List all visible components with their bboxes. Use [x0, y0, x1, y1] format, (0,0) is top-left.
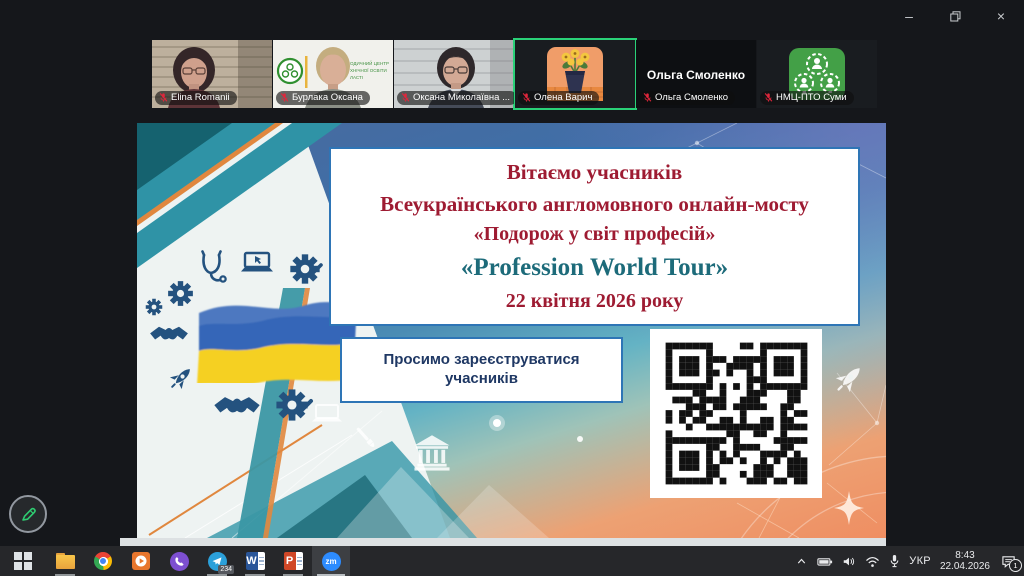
mic-off-icon — [643, 92, 652, 103]
media-player-button[interactable] — [122, 546, 160, 576]
restore-icon — [950, 11, 961, 22]
participant-tile-burlaka-oksana[interactable]: ОДИЧНИЙ ЦЕНТР ХНІЧНОЇ ОСВІТИ ЛАСТІ Бурла… — [273, 40, 393, 108]
viber-button[interactable] — [160, 546, 198, 576]
zoom-meeting-window: – × — [0, 0, 1024, 576]
participant-name: Ольга Смоленко — [655, 92, 728, 103]
participant-tile-olga-smolenko[interactable]: Ольга Смоленко Ольга Смоленко — [636, 40, 756, 108]
mic-off-icon — [280, 92, 289, 103]
registration-line-2: учасників — [342, 370, 621, 389]
participant-name-label: НМЦ-ПТО Суми — [760, 91, 854, 105]
wifi-icon[interactable] — [865, 555, 880, 568]
file-explorer-icon — [56, 553, 75, 569]
windows-logo-icon — [14, 552, 32, 570]
zoom-app-button[interactable]: zm — [312, 546, 350, 576]
slide-title-line-2: Всеукраїнського англомовного онлайн-мост… — [337, 193, 852, 215]
file-explorer-button[interactable] — [46, 546, 84, 576]
mic-off-icon — [764, 92, 773, 103]
svg-text:ОДИЧНИЙ ЦЕНТР: ОДИЧНИЙ ЦЕНТР — [350, 59, 389, 66]
svg-text:ЛАСТІ: ЛАСТІ — [350, 75, 363, 80]
notification-count-badge: 1 — [1009, 559, 1022, 572]
windows-taskbar: 234 W P zm — [0, 546, 1024, 576]
start-button[interactable] — [0, 546, 46, 576]
media-player-icon — [132, 552, 150, 570]
shared-screen-slide: Вітаємо учасників Всеукраїнського англом… — [137, 123, 886, 538]
microphone-icon[interactable] — [889, 554, 900, 568]
powerpoint-button[interactable]: P — [274, 546, 312, 576]
telegram-unread-badge: 234 — [218, 565, 234, 574]
language-indicator[interactable]: УКР — [909, 555, 931, 567]
qr-code — [650, 329, 822, 498]
minimize-button[interactable]: – — [886, 0, 932, 32]
word-button[interactable]: W — [236, 546, 274, 576]
slide-title-line-4: «Profession World Tour» — [337, 255, 852, 281]
taskbar-clock[interactable]: 8:43 22.04.2026 — [940, 550, 990, 573]
pencil-icon — [19, 505, 37, 523]
mic-off-icon — [522, 92, 531, 103]
clock-time: 8:43 — [940, 550, 990, 562]
close-button[interactable]: × — [978, 0, 1024, 32]
hidden-icons-chevron[interactable] — [795, 555, 808, 568]
action-center-button[interactable]: 1 — [999, 552, 1019, 570]
clock-date: 22.04.2026 — [940, 561, 990, 573]
registration-box: Просимо зареєструватися учасників — [340, 337, 623, 403]
chrome-button[interactable] — [84, 546, 122, 576]
battery-icon[interactable] — [817, 555, 833, 568]
participant-name: Олена Варич — [534, 92, 592, 103]
slide-title-box: Вітаємо учасників Всеукраїнського англом… — [329, 147, 860, 326]
annotate-button[interactable] — [9, 495, 47, 533]
participant-name-label: Ольга Смоленко — [639, 91, 735, 105]
participant-tile-nmc-pto-sumy[interactable]: НМЦ-ПТО Суми — [757, 40, 877, 108]
participant-name-label: Оксана Миколаївна ... — [397, 91, 514, 105]
chrome-icon — [94, 552, 112, 570]
viber-icon — [170, 552, 189, 571]
slide-title-line-1: Вітаємо учасників — [337, 161, 852, 183]
participant-display-name: Ольга Смоленко — [636, 68, 756, 82]
powerpoint-icon: P — [284, 552, 303, 570]
restore-button[interactable] — [932, 0, 978, 32]
participant-film-strip: Elina Romanii ОДИЧНИЙ ЦЕНТР ХНІЧНОЇ ОСВІ… — [152, 40, 877, 108]
zoom-app-icon: zm — [322, 552, 341, 571]
window-title-bar: – × — [0, 0, 1024, 32]
participant-name-label: Бурлака Оксана — [276, 91, 370, 105]
shared-window-edge — [120, 538, 886, 546]
participant-name-label: Олена Варич — [518, 91, 599, 105]
participant-name: Elina Romanii — [171, 92, 230, 103]
registration-line-1: Просимо зареєструватися — [342, 351, 621, 370]
mic-off-icon — [401, 92, 410, 103]
window-controls: – × — [886, 0, 1024, 32]
slide-title-line-5: 22 квітня 2026 року — [337, 291, 852, 312]
participant-name-label: Elina Romanii — [155, 91, 237, 105]
participant-name: Оксана Миколаївна ... — [413, 92, 510, 103]
system-tray: УКР 8:43 22.04.2026 1 — [795, 546, 1024, 576]
participant-name: Бурлака Оксана — [292, 92, 363, 103]
participant-tile-oksana-mykolaivna[interactable]: Оксана Миколаївна ... — [394, 40, 514, 108]
qr-code-svg — [655, 332, 818, 495]
participant-tile-elina-romanii[interactable]: Elina Romanii — [152, 40, 272, 108]
mic-off-icon — [159, 92, 168, 103]
volume-icon[interactable] — [842, 555, 856, 568]
participant-tile-olena-varych[interactable]: Олена Варич — [515, 40, 635, 108]
word-icon: W — [246, 552, 265, 570]
slide-title-line-3: «Подорож у світ професій» — [337, 224, 852, 245]
svg-text:ХНІЧНОЇ ОСВІТИ: ХНІЧНОЇ ОСВІТИ — [350, 67, 387, 73]
telegram-button[interactable]: 234 — [198, 546, 236, 576]
participant-name: НМЦ-ПТО Суми — [776, 92, 847, 103]
